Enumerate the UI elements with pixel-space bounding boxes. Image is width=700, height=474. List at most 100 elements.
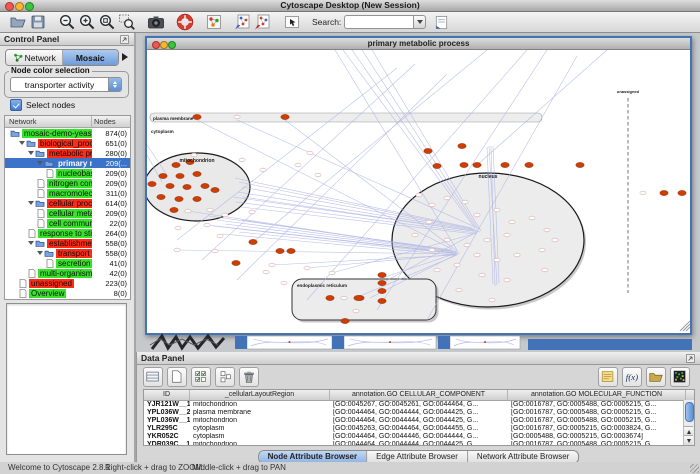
graph-node[interactable] (234, 115, 240, 119)
scroll-down-button[interactable] (684, 435, 693, 445)
graph-node[interactable] (462, 200, 468, 204)
close-view-icon[interactable] (152, 41, 160, 49)
table-row[interactable]: YDR039C__1mitochondrion[GO:0044464, GO:0… (144, 441, 694, 446)
zoom-fit-icon[interactable] (97, 12, 117, 32)
help-ring-icon[interactable] (175, 12, 195, 32)
column-header[interactable]: _cellularLayoutRegion (190, 390, 330, 400)
tree-row[interactable]: biological_process651(0) (5, 138, 130, 148)
graph-node[interactable] (474, 213, 480, 217)
expander-icon[interactable] (28, 151, 34, 155)
tree-row[interactable]: Overview8(0) (5, 288, 130, 298)
graph-node-orange[interactable] (232, 260, 240, 265)
table-row[interactable]: YPL036W__2plasma membrane[GO:0044464, GO… (144, 409, 694, 417)
graph-node[interactable] (217, 234, 223, 238)
graph-node-orange[interactable] (249, 239, 257, 244)
expander-icon[interactable] (37, 251, 43, 255)
graph-node[interactable] (464, 243, 470, 247)
table-scrollbar[interactable] (683, 400, 694, 445)
expander-icon[interactable] (28, 201, 34, 205)
network-panel-icon[interactable] (204, 12, 224, 32)
column-header[interactable]: ID (144, 390, 190, 400)
snapshot-camera-icon[interactable] (146, 12, 166, 32)
graph-node-orange[interactable] (157, 194, 165, 199)
tree-row[interactable]: transport558(0) (5, 248, 130, 258)
expander-icon[interactable] (37, 161, 43, 165)
background-windows[interactable] (136, 333, 700, 352)
graph-node[interactable] (542, 268, 548, 272)
formula-builder-icon[interactable]: f(x) (622, 367, 642, 387)
birds-eye-view[interactable] (6, 303, 127, 455)
tree-row[interactable]: response to stimulu264(0) (5, 228, 130, 238)
tab-overflow-arrow-icon[interactable] (122, 53, 128, 61)
graph-node[interactable] (353, 309, 359, 313)
graph-node-orange[interactable] (341, 318, 349, 323)
graph-node-orange[interactable] (183, 184, 191, 189)
float-panel-icon[interactable] (119, 34, 130, 45)
graph-node[interactable] (509, 220, 515, 224)
graph-node[interactable] (295, 163, 301, 167)
tree-row[interactable]: nitrogen compo209(0) (5, 178, 130, 188)
graph-node[interactable] (426, 220, 432, 224)
column-header[interactable]: annotation.GO CELLULAR_COMPONENT (330, 390, 508, 400)
graph-node[interactable] (222, 213, 228, 217)
graph-node[interactable] (544, 228, 550, 232)
select-attributes-icon[interactable] (191, 367, 211, 387)
attribute-table-header[interactable]: ID_cellularLayoutRegionannotation.GO CEL… (144, 390, 694, 401)
app-titlebar[interactable]: Cytoscape Desktop (New Session) (0, 0, 700, 12)
tree-row[interactable]: metabolic process280(0) (5, 148, 130, 158)
zoom-window-icon[interactable] (25, 2, 34, 11)
annotation-tool-icon[interactable] (282, 12, 302, 32)
graph-node[interactable] (456, 288, 462, 292)
graph-node[interactable] (185, 209, 191, 213)
tab-mosaic[interactable]: Mosaic (62, 50, 119, 65)
resize-grip[interactable] (690, 464, 699, 473)
expander-icon[interactable] (28, 241, 34, 245)
tree-row[interactable]: cell communicat22(0) (5, 218, 130, 228)
graph-node-orange[interactable] (378, 280, 386, 285)
graph-node-orange[interactable] (176, 173, 184, 178)
graph-node-orange[interactable] (159, 173, 167, 178)
network-canvas-container[interactable]: plasma membranecytoplasmmitochondrionnuc… (147, 50, 690, 332)
graph-node-orange[interactable] (458, 143, 466, 148)
graph-node-orange[interactable] (433, 163, 441, 168)
import-table-icon[interactable] (253, 12, 273, 32)
graph-node[interactable] (307, 151, 313, 155)
graph-node[interactable] (174, 248, 180, 252)
tree-row[interactable]: mosaic-demo-yeast874(0) (5, 128, 130, 138)
unselect-attributes-icon[interactable] (215, 367, 235, 387)
background-window-frame[interactable] (438, 336, 450, 349)
graph-node-orange[interactable] (525, 162, 533, 167)
graph-node-orange[interactable] (460, 162, 468, 167)
graph-node[interactable] (529, 216, 535, 220)
open-session-icon[interactable] (8, 12, 28, 32)
graph-node[interactable] (263, 270, 269, 274)
graph-node[interactable] (494, 258, 500, 262)
graph-node-orange[interactable] (576, 162, 584, 167)
graph-node[interactable] (412, 233, 418, 237)
tree-row[interactable]: nucleobase-209(0) (5, 168, 130, 178)
zoom-in-icon[interactable] (77, 12, 97, 32)
table-row[interactable]: YPL036W__1mitochondrion[GO:0044464, GO:0… (144, 417, 694, 425)
graph-node-orange[interactable] (660, 190, 668, 195)
search-input[interactable] (344, 15, 413, 29)
graph-node[interactable] (329, 271, 335, 275)
tree-row[interactable]: unassigned223(0) (5, 278, 130, 288)
graph-node[interactable] (539, 248, 545, 252)
graph-node[interactable] (434, 268, 440, 272)
delete-attribute-icon[interactable] (239, 367, 259, 387)
graph-node[interactable] (504, 278, 510, 282)
graph-node-orange[interactable] (326, 295, 334, 300)
graph-node-orange[interactable] (166, 183, 174, 188)
graph-node[interactable] (444, 196, 450, 200)
graph-node-orange[interactable] (193, 171, 201, 176)
graph-node[interactable] (341, 296, 347, 300)
graph-node[interactable] (489, 298, 495, 302)
graph-node[interactable] (474, 253, 480, 257)
graph-node[interactable] (304, 266, 310, 270)
graph-node-orange[interactable] (193, 196, 201, 201)
graph-node[interactable] (269, 263, 275, 267)
graph-node[interactable] (494, 208, 500, 212)
graph-node[interactable] (479, 273, 485, 277)
graph-node-orange[interactable] (211, 187, 219, 192)
float-panel-icon[interactable] (685, 353, 696, 364)
